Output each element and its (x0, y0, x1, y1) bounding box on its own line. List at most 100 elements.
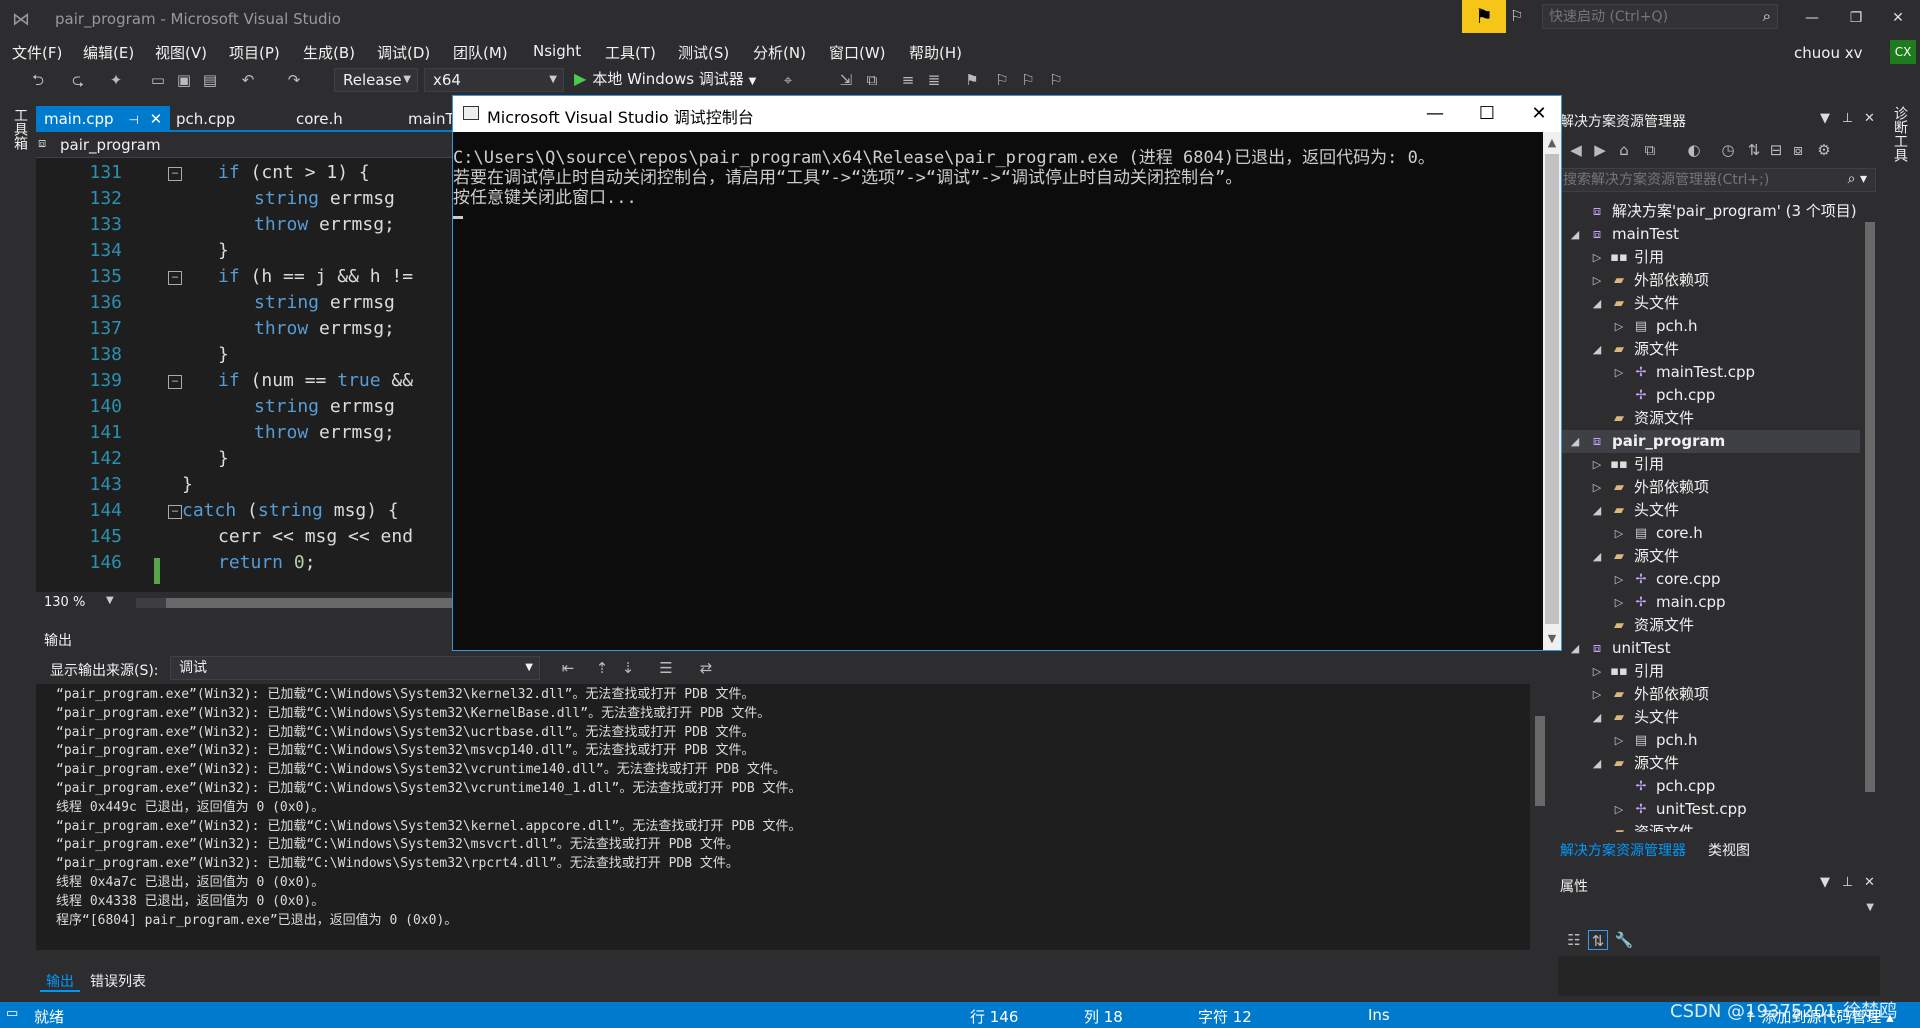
output-source-dropdown[interactable]: 调试 ▼ (170, 656, 540, 680)
properties-icon[interactable]: ⚙ (1814, 140, 1834, 160)
tree-item[interactable]: ◢ ▰ 头文件 (1558, 499, 1860, 522)
tab-pch-cpp[interactable]: pch.cpp (168, 106, 243, 132)
menu-tools[interactable]: 工具(T) (605, 42, 656, 63)
code-line[interactable]: 141 throw errmsg; (36, 422, 456, 448)
expand-arrow-icon[interactable]: ▷ (1612, 361, 1626, 384)
diagnostic-tools-tab[interactable]: 诊断工具 (1890, 106, 1910, 162)
collapse-arrow-icon[interactable]: ◢ (1590, 499, 1604, 522)
menu-test[interactable]: 测试(S) (678, 42, 729, 63)
back-icon[interactable]: ◀ (1566, 140, 1586, 160)
tab-output[interactable]: 输出 (40, 972, 80, 992)
code-line[interactable]: 144 − catch (string msg) { (36, 500, 456, 526)
expand-arrow-icon[interactable]: ▷ (1590, 269, 1604, 292)
solution-configuration-dropdown[interactable]: Release ▼ (334, 68, 418, 92)
menu-nsight[interactable]: Nsight (533, 42, 581, 60)
comment-icon[interactable]: ≡ (898, 70, 918, 90)
feedback-flag-icon[interactable]: ⚑ (1462, 0, 1506, 33)
tree-item[interactable]: ▷ ✢ main.cpp (1558, 591, 1860, 614)
scrollbar-thumb[interactable] (166, 598, 456, 608)
pin-icon[interactable]: ⊣ (128, 113, 138, 127)
collapse-arrow-icon[interactable]: ◢ (1590, 752, 1604, 775)
code-editor[interactable]: 131 − if (cnt > 1) {132 string errmsg 133 thr… (36, 158, 456, 592)
tree-item[interactable]: ▷ ▰ 外部依赖项 (1558, 269, 1860, 292)
collapse-icon[interactable]: − (168, 167, 182, 181)
pin-icon[interactable]: ⊥ (1842, 875, 1853, 890)
undo-icon[interactable]: ↶ (238, 70, 258, 90)
tab-solution-explorer[interactable]: 解决方案资源管理器 (1558, 840, 1688, 862)
collapse-arrow-icon[interactable]: ◢ (1590, 706, 1604, 729)
menu-analyze[interactable]: 分析(N) (753, 42, 806, 63)
collapse-icon[interactable]: − (168, 271, 182, 285)
avatar[interactable]: CX (1890, 40, 1916, 64)
code-line[interactable]: 143} (36, 474, 456, 500)
menu-build[interactable]: 生成(B) (303, 42, 355, 63)
new-project-icon[interactable]: ✦ (106, 70, 126, 90)
expand-arrow-icon[interactable]: ▷ (1612, 729, 1626, 752)
close-tab-icon[interactable]: ✕ (150, 110, 163, 128)
tree-item[interactable]: ◢ ⧈ unitTest (1558, 637, 1860, 660)
tab-main-cpp[interactable]: main.cpp ⊣ ✕ (36, 106, 171, 132)
tree-item[interactable]: ◢ ⧈ pair_program (1558, 430, 1860, 453)
expand-arrow-icon[interactable]: ▷ (1590, 476, 1604, 499)
history-icon[interactable]: ◷ (1718, 140, 1738, 160)
switch-views-icon[interactable]: ⧉ (1640, 140, 1660, 160)
tree-item[interactable]: ▰ 资源文件 (1558, 614, 1860, 637)
code-line[interactable]: 140 string errmsg (36, 396, 456, 422)
tree-item[interactable]: ▷ ▤ pch.h (1558, 315, 1860, 338)
expand-arrow-icon[interactable]: ▷ (1612, 798, 1626, 821)
save-all-icon[interactable]: ▤ (200, 70, 220, 90)
solution-explorer-search[interactable]: ⌕ ▾ (1558, 168, 1876, 192)
code-line[interactable]: 132 string errmsg (36, 188, 456, 214)
next-message-icon[interactable]: ⇣ (618, 658, 638, 678)
pending-changes-icon[interactable]: ◐ (1684, 140, 1704, 160)
output-vertical-scrollbar[interactable] (1530, 684, 1550, 950)
code-line[interactable]: 142} (36, 448, 456, 474)
back-icon[interactable]: ⮌ (28, 70, 48, 90)
tree-item[interactable]: ▷ ✢ unitTest.cpp (1558, 798, 1860, 821)
tree-item[interactable]: ▰ 资源文件 (1558, 821, 1860, 832)
tree-item[interactable]: ⧈ 解决方案'pair_program' (3 个项目) (1558, 200, 1860, 223)
code-line[interactable]: 135 − if (h == j && h != (36, 266, 456, 292)
tree-item[interactable]: ◢ ⧈ mainTest (1558, 223, 1860, 246)
tree-item[interactable]: ▷ ▰ 外部依赖项 (1558, 683, 1860, 706)
zoom-dropdown[interactable]: 130 % (44, 595, 85, 610)
forward-icon[interactable]: ⮎ (68, 70, 88, 90)
search-icon[interactable]: ⌕ (1763, 7, 1771, 25)
forward-icon[interactable]: ▶ (1590, 140, 1610, 160)
scroll-up-icon[interactable]: ▲ (1543, 134, 1561, 152)
solution-vertical-scrollbar[interactable] (1862, 200, 1878, 836)
menu-window[interactable]: 窗口(W) (829, 42, 886, 63)
tree-item[interactable]: ▷ ▪▪ 引用 (1558, 246, 1860, 269)
chevron-down-icon[interactable]: ▼ (749, 76, 757, 87)
console-minimize-button[interactable]: — (1415, 100, 1455, 128)
categorized-icon[interactable]: ☷ (1564, 930, 1584, 950)
tree-item[interactable]: ▷ ✢ core.cpp (1558, 568, 1860, 591)
debug-console-window[interactable]: Microsoft Visual Studio 调试控制台 — ☐ ✕ C:\U… (452, 95, 1562, 651)
collapse-icon[interactable]: − (168, 375, 182, 389)
code-line[interactable]: 136 string errmsg (36, 292, 456, 318)
find-icon[interactable]: ⌖ (778, 70, 798, 90)
minimize-button[interactable]: — (1794, 4, 1830, 32)
chevron-down-icon[interactable]: ▼ (1820, 111, 1830, 126)
tab-core-h[interactable]: core.h (288, 106, 351, 132)
code-line[interactable]: 146 return 0; (36, 552, 456, 578)
prev-bookmark-icon[interactable]: ⚐ (992, 70, 1012, 90)
home-icon[interactable]: ⌂ (1614, 140, 1634, 160)
scroll-down-icon[interactable]: ▼ (1543, 630, 1561, 648)
expand-arrow-icon[interactable]: ▷ (1590, 246, 1604, 269)
close-button[interactable]: ✕ (1880, 4, 1916, 32)
next-bookmark-icon[interactable]: ⚐ (1018, 70, 1038, 90)
code-line[interactable]: 139 − if (num == true && (36, 370, 456, 396)
restore-button[interactable]: ❐ (1838, 4, 1874, 32)
uncomment-icon[interactable]: ≣ (924, 70, 944, 90)
notifications-icon[interactable]: ⚐ (1510, 7, 1530, 27)
code-line[interactable]: 137 throw errmsg; (36, 318, 456, 344)
menu-debug[interactable]: 调试(D) (377, 42, 430, 63)
expand-arrow-icon[interactable]: ▷ (1612, 315, 1626, 338)
tree-item[interactable]: ▷ ▤ pch.h (1558, 729, 1860, 752)
quick-launch-input[interactable] (1543, 5, 1743, 28)
scrollbar-thumb[interactable] (1545, 154, 1559, 624)
console-vertical-scrollbar[interactable]: ▲ ▼ (1543, 132, 1561, 650)
word-wrap-icon[interactable]: ⇄ (696, 658, 716, 678)
collapse-arrow-icon[interactable]: ◢ (1590, 545, 1604, 568)
